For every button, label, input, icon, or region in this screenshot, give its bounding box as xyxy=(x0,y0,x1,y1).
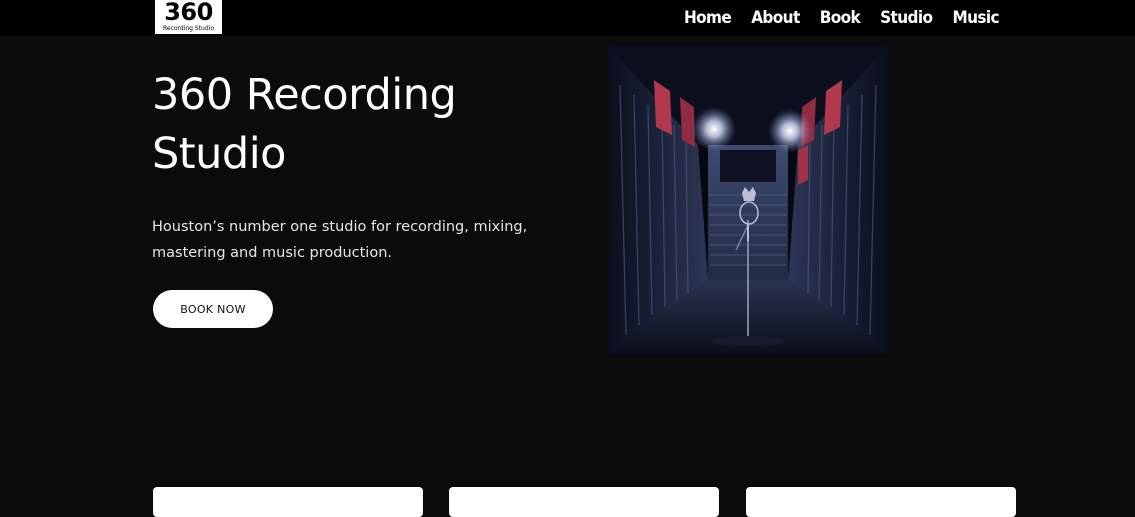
nav-studio-link[interactable]: Studio xyxy=(880,8,933,28)
nav-book-link[interactable]: Book xyxy=(820,8,861,28)
vocal-booth-illustration xyxy=(608,45,888,354)
logo-number: 360 xyxy=(164,0,213,26)
hero-description-line-2: mastering and music production. xyxy=(152,245,393,261)
logo-subtitle: Recording Studio xyxy=(162,25,215,32)
hero-title-line-1: 360 Recording xyxy=(152,70,457,120)
top-nav-bar: 360 Recording Studio Home About Book Stu… xyxy=(0,0,1135,35)
feature-card-3 xyxy=(746,487,1016,517)
nav-music-link[interactable]: Music xyxy=(952,8,999,28)
vocal-booth-photo xyxy=(608,45,888,354)
feature-card-2 xyxy=(449,487,719,517)
nav-about-link[interactable]: About xyxy=(751,8,800,28)
hero-description-line-1: Houston’s number one studio for recordin… xyxy=(152,219,528,235)
hero-title: 360 Recording Studio xyxy=(152,66,572,184)
hero-title-line-2: Studio xyxy=(152,129,286,179)
nav-home-link[interactable]: Home xyxy=(684,8,732,28)
feature-card-1 xyxy=(153,487,423,517)
studio-logo[interactable]: 360 Recording Studio xyxy=(155,0,222,34)
main-nav: Home About Book Studio Music xyxy=(684,0,1000,35)
book-now-button[interactable]: BOOK NOW xyxy=(153,290,273,328)
hero-description: Houston’s number one studio for recordin… xyxy=(152,214,552,266)
